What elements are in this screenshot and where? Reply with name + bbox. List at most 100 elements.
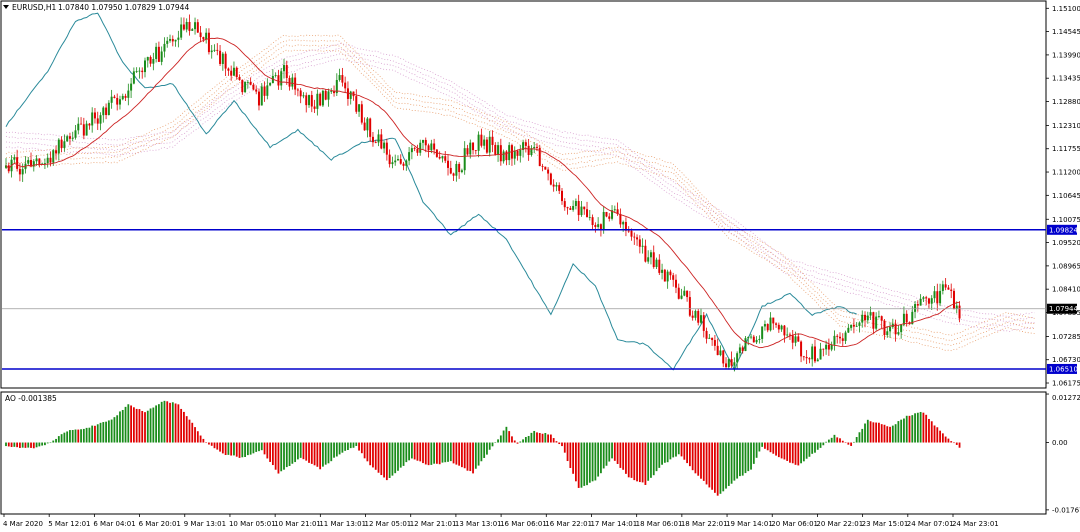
ao-bar-up [158, 404, 160, 443]
time-tick-label: 12 Mar 05:01 [365, 520, 412, 528]
oscillator-label: AO -0.001385 [5, 394, 57, 403]
ao-bar-up [397, 442, 399, 471]
candle-bull [127, 90, 130, 98]
candle-bull [733, 362, 736, 366]
ao-bar-up [127, 404, 130, 443]
ao-bar-down [94, 425, 96, 443]
ao-bar-down [777, 442, 780, 458]
candle-bull [166, 40, 169, 44]
ao-bar-down [944, 436, 947, 443]
candle-bear [319, 93, 322, 106]
candle-bull [269, 83, 272, 86]
ao-bar-up [447, 442, 449, 462]
ao-bar-down [636, 442, 638, 482]
price-axis: 1.09824 1.06510 1.15100 1.14545 1.13990 1.134… [1046, 5, 1080, 388]
candle-bull [497, 145, 500, 155]
ao-bar-down [908, 415, 911, 443]
ao-bar-down [438, 442, 441, 465]
ao-bar-down [508, 431, 511, 443]
ao-bar-up [855, 437, 858, 443]
candle-bull [91, 112, 94, 126]
time-axis: 4 Mar 2020 5 Mar 12:01 6 Mar 04:01 6 Mar 20… [3, 514, 999, 528]
ao-bar-up [752, 442, 755, 464]
candle-bull [683, 290, 686, 296]
ao-bar-down [452, 442, 455, 464]
ao-bar-down [791, 442, 794, 464]
candle-bull [825, 344, 828, 350]
ao-bar-down [235, 442, 238, 457]
candle-bull [816, 359, 819, 362]
candle-bull [469, 142, 472, 155]
ao-bar-down [180, 408, 183, 443]
candle-bull [900, 324, 903, 333]
candle-bear [93, 112, 96, 119]
ao-bar-up [730, 442, 733, 484]
candle-bull [260, 86, 263, 106]
ao-bar-up [864, 423, 866, 443]
candle-bull [869, 312, 872, 316]
ao-bar-up [830, 437, 833, 443]
time-tick-label: 18 Mar 06:01 [636, 520, 683, 528]
ao-bar-down [205, 442, 208, 444]
ao-bar-up [914, 413, 916, 443]
ao-bar-down [16, 442, 19, 448]
time-tick-label: 20 Mar 06:01 [771, 520, 818, 528]
candle-bear [38, 158, 41, 165]
candle-bear [385, 142, 388, 155]
ao-bar-down [613, 442, 616, 461]
ao-bar-down [880, 424, 883, 443]
candle-bull [63, 141, 66, 149]
ao-bar-up [46, 442, 49, 444]
candle-bull [847, 327, 850, 333]
ao-bar-down [194, 427, 196, 443]
time-tick-label: 17 Mar 14:01 [590, 520, 637, 528]
candle-bull [580, 206, 583, 216]
candle-bear [16, 157, 19, 169]
candle-bear [369, 118, 372, 137]
candle-bull [85, 123, 88, 136]
ao-bar-up [650, 442, 652, 478]
ao-bar-down [458, 442, 461, 466]
candle-bull [57, 139, 60, 154]
candle-bear [852, 324, 855, 327]
candle-bull [430, 143, 433, 151]
ao-bar-down [369, 442, 372, 466]
candle-bear [605, 212, 608, 217]
ao-bar-up [677, 442, 680, 455]
candle-bear [380, 134, 383, 149]
ao-bar-down [313, 442, 316, 466]
ao-bar-down [380, 442, 383, 476]
ao-bar-up [252, 442, 255, 454]
candle-bull [244, 82, 247, 93]
candle-bear [958, 305, 961, 319]
candle-bull [919, 298, 922, 306]
ao-bar-up [474, 442, 477, 469]
ao-bar-up [107, 420, 110, 443]
price-tick-label: 1.08410 [1052, 286, 1080, 294]
ao-bar-up [349, 442, 352, 449]
ao-bar-down [561, 442, 563, 447]
ao-bar-up [755, 442, 758, 458]
ao-bar-down [219, 442, 221, 452]
ao-bar-down [130, 405, 132, 443]
candle-bull [107, 102, 110, 115]
candle-bear [766, 324, 769, 331]
ao-bar-down [310, 442, 313, 464]
candle-bear [944, 284, 947, 288]
candle-bull [794, 336, 797, 343]
candle-bear [872, 312, 875, 329]
candle-bull [394, 160, 397, 163]
candle-bull [700, 315, 702, 323]
ao-bar-down [936, 427, 939, 443]
ao-bar-up [105, 421, 107, 443]
ao-bar-up [597, 442, 600, 477]
time-tick-label: 16 Mar 06:01 [500, 520, 547, 528]
candle-bear [805, 356, 808, 359]
candle-bull [483, 139, 486, 146]
candle-bull [861, 314, 864, 323]
ao-bar-down [644, 442, 647, 485]
candle-bull [786, 334, 789, 336]
ao-bar-down [850, 442, 853, 446]
time-tick-label: 13 Mar 13:01 [455, 520, 502, 528]
chart-canvas[interactable]: 1.09824 1.06510 1.15100 1.14545 1.13990 1.134… [0, 0, 1080, 532]
